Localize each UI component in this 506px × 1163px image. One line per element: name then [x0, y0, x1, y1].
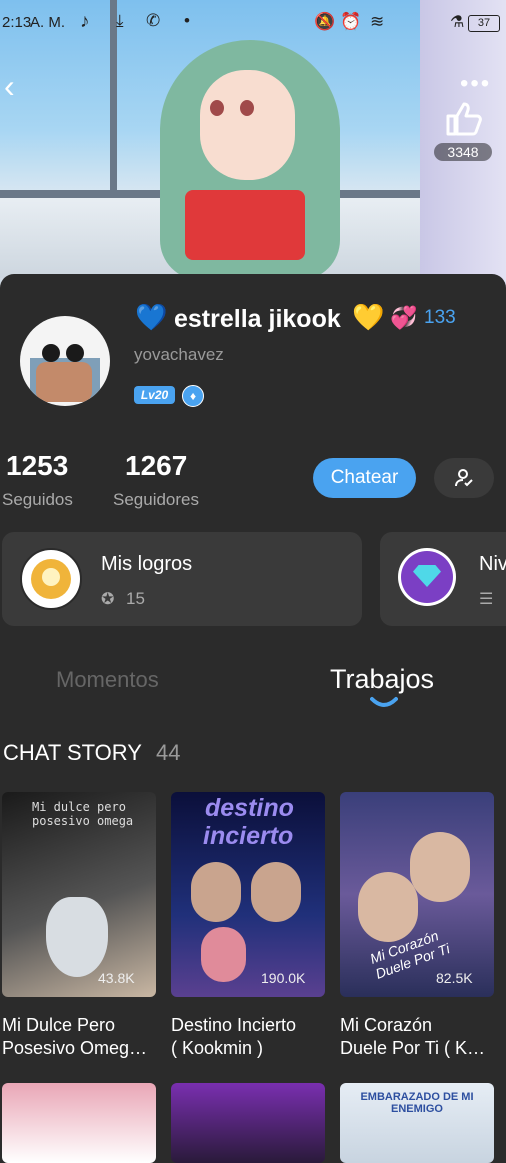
story-cover-title-2: incierto	[203, 822, 294, 850]
avatar[interactable]	[20, 316, 110, 406]
story-cover-text: EMBARAZADO DE MI ENEMIGO	[360, 1091, 474, 1115]
thumbs-up-icon	[446, 102, 482, 136]
story-cover-title-1: destino	[205, 794, 294, 822]
status-bar: 2:13 A. M. ♪ ⤓ ✆ • 🔕 ⏰ ≋ ⚗ 37	[0, 0, 506, 44]
story-cover-text: Mi dulce pero posesivo omega	[32, 800, 134, 828]
story-cover[interactable]: Mi dulce pero posesivo omega 43.8K	[2, 792, 156, 997]
following-count[interactable]: 1253	[6, 450, 68, 482]
story-title-line: Posesivo Omeg…	[2, 1038, 148, 1058]
level-badge: Lv20	[134, 386, 175, 404]
story-cover[interactable]	[2, 1083, 156, 1163]
profile-name: estrella jikook	[174, 305, 341, 333]
story-cover[interactable]: Mi Corazón Duele Por Ti 82.5K	[340, 792, 494, 997]
level-card[interactable]: Niv ☰	[380, 532, 506, 626]
star-icon: ✪	[101, 591, 115, 608]
back-button[interactable]: ‹	[4, 68, 15, 105]
like-button[interactable]	[444, 100, 484, 136]
battery-indicator: 37	[468, 15, 500, 32]
person-check-icon	[455, 469, 473, 487]
mask-image	[46, 897, 108, 977]
story-title[interactable]: Mi Dulce Pero Posesivo Omeg…	[2, 1014, 162, 1060]
story-cover[interactable]: EMBARAZADO DE MI ENEMIGO	[340, 1083, 494, 1163]
tab-active-indicator	[370, 695, 398, 709]
heart-count: 133	[424, 307, 456, 328]
heart-icon: 💞	[390, 305, 418, 330]
tab-trabajos[interactable]: Trabajos	[330, 664, 434, 695]
story-title[interactable]: Destino Incierto ( Kookmin )	[171, 1014, 331, 1060]
achievements-title: Mis logros	[101, 553, 193, 575]
story-cover[interactable]	[171, 1083, 325, 1163]
download-icon: ⤓	[116, 11, 124, 30]
following-label: Seguidos	[2, 490, 73, 509]
story-title-line: Duele Por Ti ( K…	[340, 1038, 486, 1058]
list-icon: ☰	[479, 591, 494, 608]
flask-icon: ⚗	[450, 14, 465, 31]
chat-button[interactable]: Chatear	[313, 458, 416, 498]
diamond-icon	[398, 548, 456, 606]
followers-count[interactable]: 1267	[125, 450, 187, 482]
story-title-line: Mi Corazón	[340, 1015, 433, 1035]
username: yovachavez	[134, 345, 224, 364]
story-title-line: Mi Dulce Pero	[2, 1015, 116, 1035]
name-prefix-emoji: 💙	[135, 302, 168, 332]
story-title[interactable]: Mi Corazón Duele Por Ti ( K…	[340, 1014, 500, 1060]
story-views: 82.5K	[436, 970, 473, 986]
name-suffix-emoji: 💛	[352, 302, 385, 332]
status-time: 2:13	[2, 14, 32, 31]
medal-icon	[20, 548, 82, 610]
story-views: 43.8K	[98, 970, 135, 986]
story-title-line: Destino Incierto	[171, 1015, 297, 1035]
alarm-icon: ⏰	[340, 12, 362, 31]
tab-momentos[interactable]: Momentos	[56, 667, 159, 693]
story-cover[interactable]: destino incierto 190.0K	[171, 792, 325, 997]
wifi-icon: ≋	[370, 12, 385, 31]
achievements-count: 15	[126, 589, 145, 608]
level-card-title: Niv	[479, 553, 506, 575]
dot-icon: •	[184, 11, 190, 30]
diamond-badge-icon: ♦	[182, 385, 204, 407]
story-title-line: ( Kookmin )	[171, 1038, 264, 1058]
follow-button[interactable]	[434, 458, 494, 498]
status-ampm: A. M.	[30, 14, 66, 31]
section-count: 44	[156, 740, 181, 765]
whatsapp-icon: ✆	[146, 11, 161, 30]
followers-label: Seguidores	[113, 490, 200, 509]
more-options-icon[interactable]: •••	[460, 70, 491, 98]
section-title: CHAT STORY	[3, 740, 142, 765]
achievements-card[interactable]: Mis logros ✪ 15	[2, 532, 362, 626]
story-views: 190.0K	[261, 970, 306, 986]
likes-count: 3348	[434, 143, 492, 161]
mute-icon: 🔕	[314, 12, 336, 31]
tiktok-icon: ♪	[80, 11, 90, 32]
